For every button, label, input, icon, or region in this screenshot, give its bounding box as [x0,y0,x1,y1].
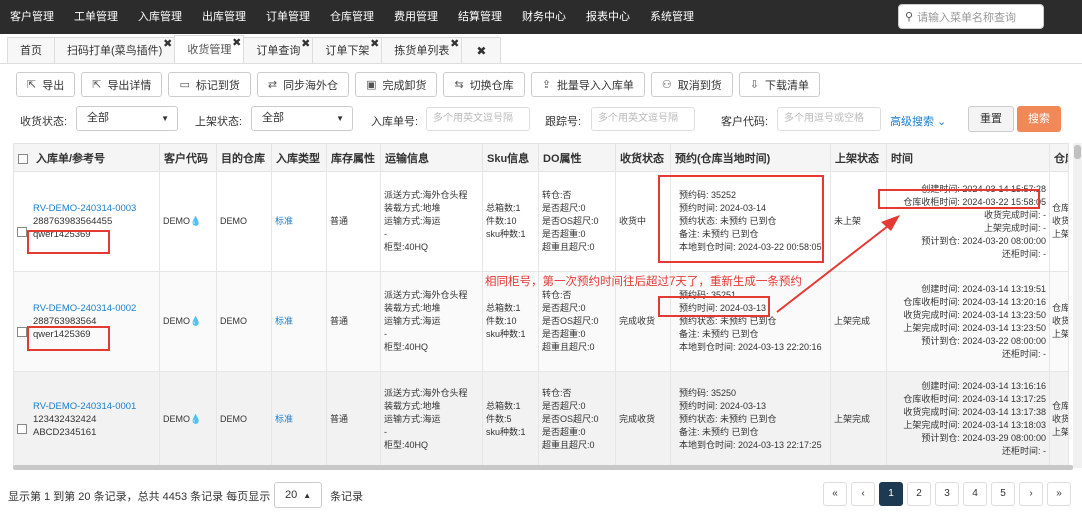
page-button[interactable]: » [1047,482,1071,506]
page-button[interactable]: › [1019,482,1043,506]
page-button[interactable]: 2 [907,482,931,506]
page-size-value: 20 [285,489,298,501]
page-button[interactable]: 1 [879,482,903,506]
record-suffix: 条记录 [330,491,363,503]
page-button[interactable]: « [823,482,847,506]
pager: «‹ 1 2 3 4 5 ›» [823,482,1071,506]
annotation-arrow [776,215,900,313]
page-button[interactable]: 3 [935,482,959,506]
caret-up-icon: ▲ [303,491,312,500]
page-button[interactable]: ‹ [851,482,875,506]
record-summary: 显示第 1 到第 20 条记录，总共 4453 条记录 每页显示 [8,491,271,503]
page-size-select[interactable]: 20 ▲ [274,482,322,508]
page-button[interactable]: 4 [963,482,987,506]
page-button[interactable]: 5 [991,482,1015,506]
pagination-footer: 显示第 1 到第 20 条记录，总共 4453 条记录 每页显示 20 ▲ 条记录… [8,481,1078,509]
